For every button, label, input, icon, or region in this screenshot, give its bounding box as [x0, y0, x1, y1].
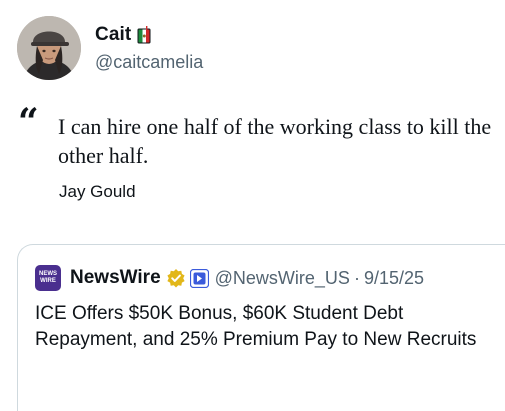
quote-mark: “: [18, 101, 39, 143]
quoted-display-name[interactable]: NewsWire: [70, 267, 161, 289]
author-name-row: Cait: [95, 22, 151, 48]
quote-attribution: Jay Gould: [59, 182, 136, 201]
quoted-post-header: NEWS WIRE NewsWire @NewsWire_US · 9/15/2…: [35, 264, 424, 292]
tweet-screenshot: Cait @caitcamelia “ I can hire one half …: [0, 0, 505, 411]
avatar-photo-icon: [17, 16, 81, 80]
quote-text: I can hire one half of the working class…: [58, 114, 492, 168]
juice-box-flag-icon: [137, 26, 151, 44]
quoted-post-text: ICE Offers $50K Bonus, $60K Student Debt…: [35, 303, 477, 350]
newswire-logo-text-bottom: WIRE: [40, 278, 56, 284]
quoted-handle[interactable]: @NewsWire_US: [215, 268, 350, 289]
newswire-logo[interactable]: NEWS WIRE: [35, 265, 61, 291]
affiliate-logo-icon[interactable]: [189, 268, 209, 288]
author-display-name[interactable]: Cait: [95, 24, 131, 46]
quoted-date[interactable]: 9/15/25: [364, 268, 424, 289]
newswire-logo-text-top: NEWS: [39, 271, 57, 277]
quoted-post-card[interactable]: NEWS WIRE NewsWire @NewsWire_US · 9/15/2…: [17, 244, 505, 411]
gold-verified-badge-icon: [166, 268, 186, 288]
author-handle[interactable]: @caitcamelia: [95, 52, 203, 73]
avatar[interactable]: [17, 16, 81, 80]
separator-dot: ·: [353, 267, 360, 288]
